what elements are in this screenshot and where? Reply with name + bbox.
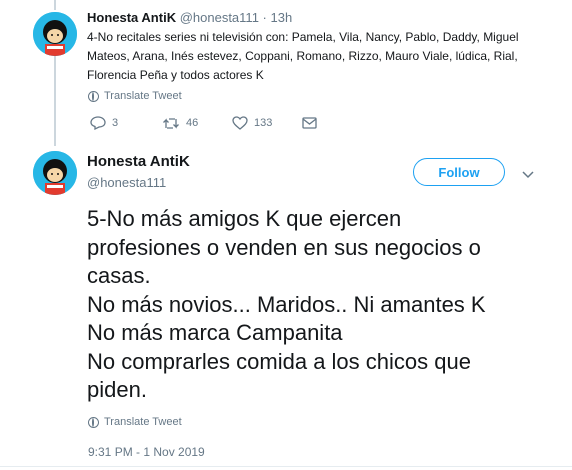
tweet-text-line: casas.	[87, 263, 151, 288]
tweet-text-line: No comprarles comida a los chicos que	[87, 348, 471, 374]
display-name[interactable]: Honesta AntiK	[87, 153, 190, 170]
separator: ·	[262, 10, 267, 25]
tweet-text-line: 5-No más amigos K que ejercen	[87, 206, 402, 231]
tweet-actions: 3 46 133	[90, 116, 317, 130]
handle[interactable]: @honesta111	[180, 10, 259, 25]
handle[interactable]: @honesta111	[87, 175, 166, 190]
avatar[interactable]	[33, 151, 77, 195]
tweet-text-line: piden.	[87, 377, 147, 402]
bottom-divider	[0, 466, 572, 467]
avatar-image	[33, 12, 77, 56]
globe-icon	[88, 90, 99, 102]
avatar-image	[33, 151, 77, 195]
like-icon	[232, 116, 248, 130]
retweet-icon	[163, 117, 179, 129]
tweet-text: 5-No más amigos K que ejercen profesione…	[87, 205, 557, 405]
reply-icon	[90, 116, 106, 130]
like-button[interactable]: 133	[232, 116, 302, 130]
like-count: 133	[254, 117, 273, 129]
tweet-text-line: profesiones o venden en sus negocios o	[87, 234, 481, 260]
thread-line-middle	[54, 56, 56, 146]
tweet-text-line: No más marca Campanita	[87, 320, 343, 345]
globe-icon	[88, 416, 99, 428]
translate-link[interactable]: Translate Tweet	[88, 90, 182, 102]
dm-icon	[302, 117, 317, 129]
reply-button[interactable]: 3	[90, 116, 162, 130]
more-options[interactable]	[522, 166, 534, 184]
retweet-button[interactable]: 46	[162, 117, 232, 130]
timestamp[interactable]: 13h	[271, 10, 293, 25]
retweet-count: 46	[186, 117, 199, 129]
follow-button[interactable]: Follow	[413, 158, 505, 186]
dm-button[interactable]	[302, 117, 317, 129]
tweet-timestamp[interactable]: 9:31 PM - 1 Nov 2019	[88, 445, 205, 459]
reply-count: 3	[112, 117, 119, 129]
chevron-down-icon	[522, 171, 534, 179]
thread-line-top	[54, 0, 56, 10]
tweet-1-header: Honesta AntiK @honesta111 · 13h	[87, 10, 292, 25]
translate-link[interactable]: Translate Tweet	[88, 416, 182, 428]
display-name[interactable]: Honesta AntiK	[87, 10, 176, 25]
translate-label: Translate Tweet	[104, 416, 182, 428]
avatar[interactable]	[33, 12, 77, 56]
translate-label: Translate Tweet	[104, 90, 182, 102]
tweet-text-line: No más novios... Maridos.. Ni amantes K	[87, 291, 486, 317]
tweet-text: 4-No recitales series ni televisión con:…	[87, 30, 519, 82]
